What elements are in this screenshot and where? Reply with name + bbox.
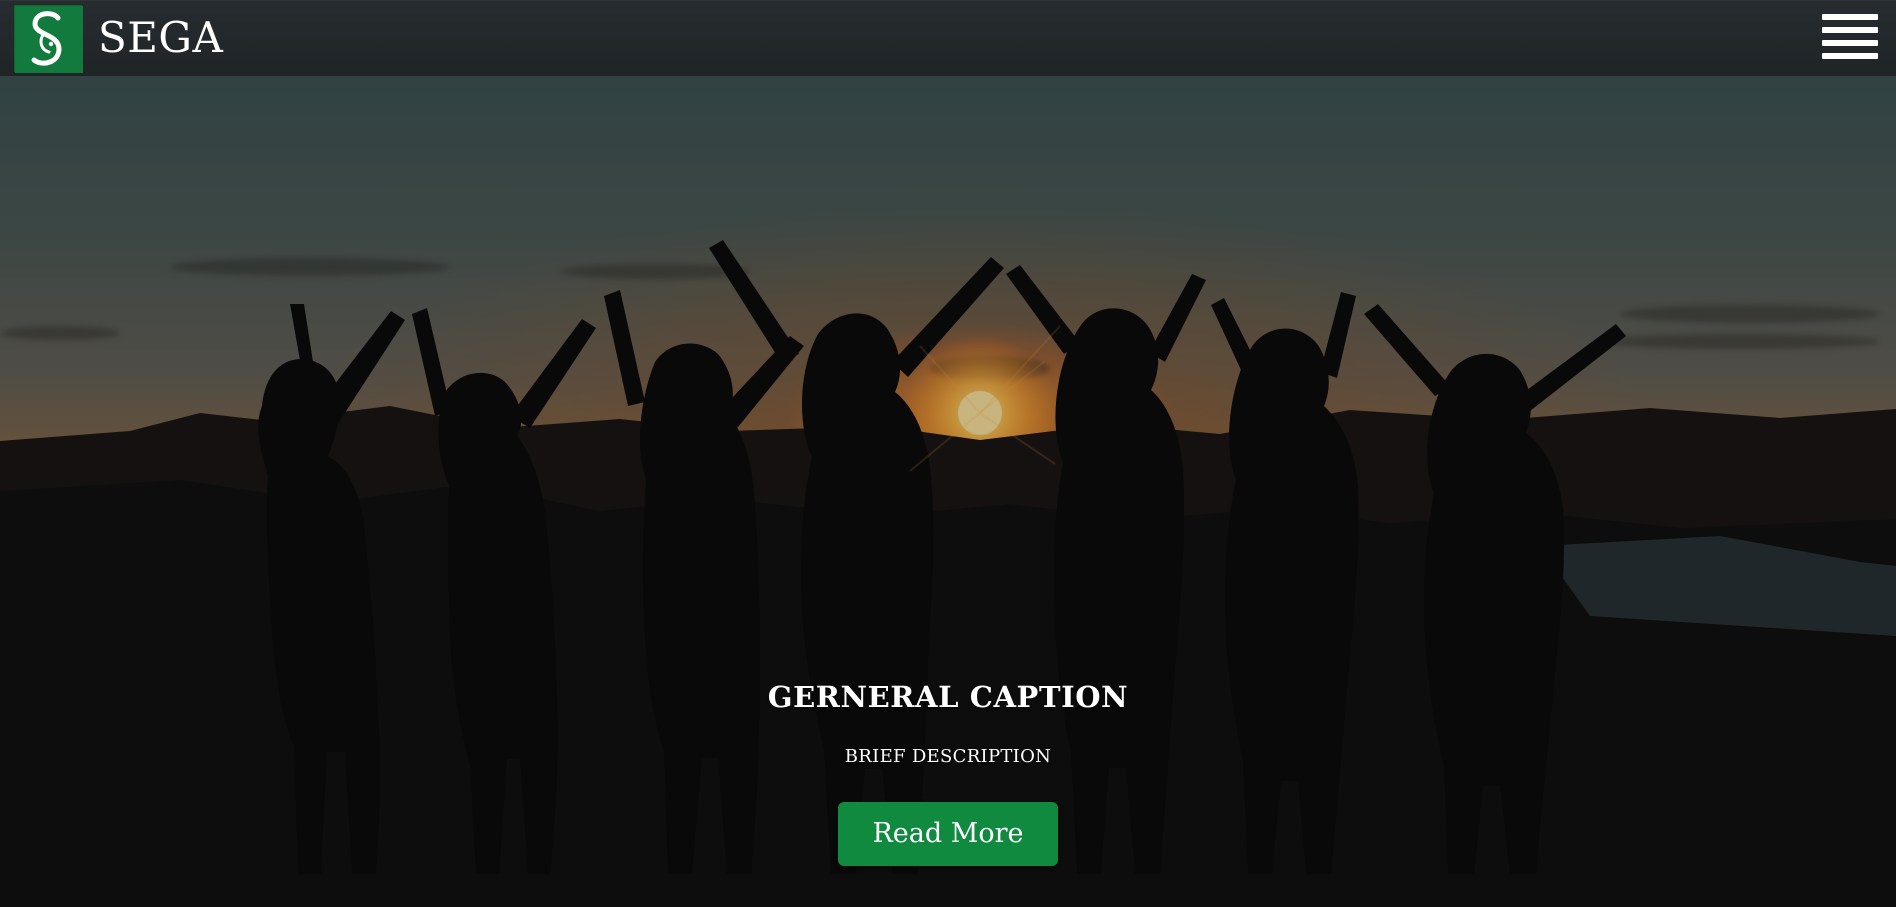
hamburger-menu-button[interactable] — [1822, 14, 1878, 62]
site-header: SEGA — [0, 0, 1896, 76]
menu-line-icon — [1822, 14, 1878, 20]
hero-banner: GERNERAL CAPTION BRIEF DESCRIPTION Read … — [0, 76, 1896, 907]
site-logo[interactable] — [14, 5, 83, 73]
hero-caption: GERNERAL CAPTION — [767, 680, 1129, 714]
menu-line-icon — [1822, 53, 1878, 59]
menu-line-icon — [1822, 27, 1878, 33]
hero-description: BRIEF DESCRIPTION — [844, 746, 1052, 767]
read-more-button[interactable]: Read More — [838, 802, 1058, 866]
hero-content: GERNERAL CAPTION BRIEF DESCRIPTION Read … — [0, 680, 1896, 866]
menu-line-icon — [1822, 40, 1878, 46]
landing-page: SEGA GERNERAL CAPTION BRIEF DESCRIPTION … — [0, 0, 1896, 907]
sega-logo-icon — [15, 6, 83, 73]
brand-name[interactable]: SEGA — [98, 14, 223, 62]
